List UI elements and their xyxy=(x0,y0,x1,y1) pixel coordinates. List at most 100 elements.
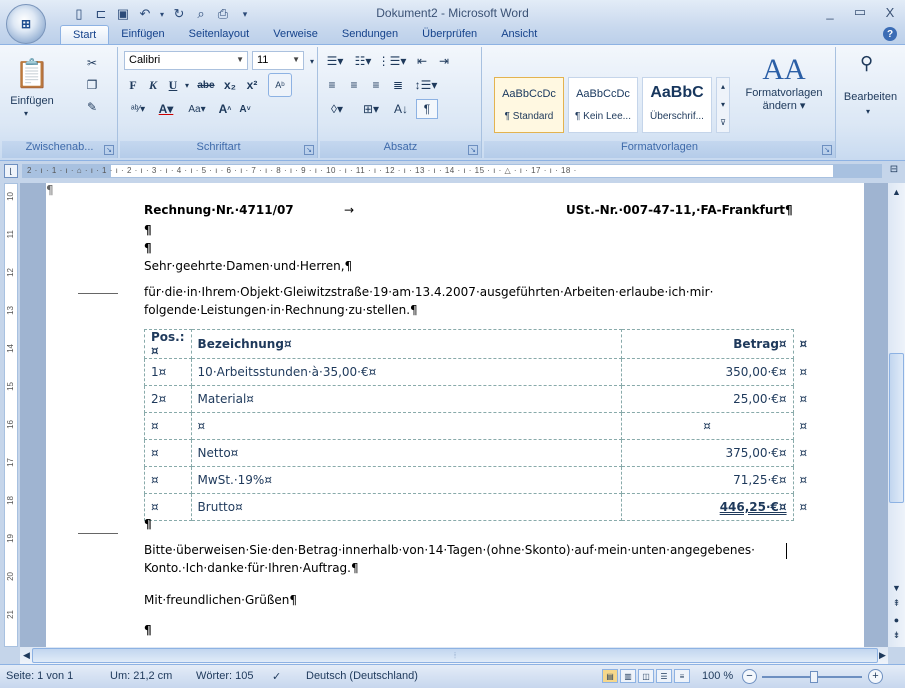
table-header-cell[interactable]: Pos.:¤ xyxy=(144,329,192,359)
horizontal-scrollbar[interactable]: ◀ ⦙ ▶ xyxy=(20,647,888,664)
styles-scroll[interactable]: ▴ ▾ ⊽ xyxy=(716,77,730,133)
table-cell[interactable]: ¤ xyxy=(190,412,622,440)
style-no-spacing[interactable]: AaBbCcDc ¶ Kein Lee... xyxy=(568,77,638,133)
font-size-combo[interactable]: 11 ▼ xyxy=(252,51,304,70)
align-left-icon[interactable]: ≡ xyxy=(322,75,342,95)
paragraph-launcher-icon[interactable]: ↘ xyxy=(468,145,478,155)
tab-sendungen[interactable]: Sendungen xyxy=(330,25,410,45)
more-styles-icon[interactable]: ⊽ xyxy=(717,114,729,132)
document-page[interactable]: ¶ Rechnung·Nr.·4711/07 → USt.-Nr.·007-47… xyxy=(46,183,864,647)
table-cell[interactable]: Material¤ xyxy=(190,385,622,413)
table-cell[interactable]: Brutto¤ xyxy=(190,493,622,521)
underline-dropdown-icon[interactable]: ▾ xyxy=(182,75,192,95)
tab-start[interactable]: Start xyxy=(60,25,110,45)
change-styles-button[interactable]: AA Formatvorlagen ändern ▾ xyxy=(740,53,828,133)
scroll-up-icon[interactable]: ▲ xyxy=(890,185,903,198)
table-cell[interactable]: 2¤ xyxy=(144,385,192,413)
greeting-text[interactable]: Sehr·geehrte·Damen·und·Herren,¶ xyxy=(144,259,352,273)
clipboard-launcher-icon[interactable]: ↘ xyxy=(104,145,114,155)
table-cell[interactable]: MwSt.·19%¤ xyxy=(190,466,622,494)
table-cell[interactable]: 1¤ xyxy=(144,358,192,386)
browse-object-icon[interactable]: ● xyxy=(890,613,903,626)
regards-text[interactable]: Mit·freundlichen·Grüßen¶ xyxy=(144,593,297,607)
outline-view-icon[interactable]: ☰ xyxy=(656,669,672,683)
status-position[interactable]: Um: 21,2 cm xyxy=(110,670,172,682)
maximize-button[interactable]: ▭ xyxy=(845,0,875,24)
editing-button-label[interactable]: Bearbeiten xyxy=(838,91,903,103)
empty-paragraph[interactable]: ¶ xyxy=(144,223,152,237)
increase-indent-icon[interactable]: ⇥ xyxy=(434,51,454,71)
tab-seitenlayout[interactable]: Seitenlayout xyxy=(177,25,262,45)
superscript-button[interactable]: x² xyxy=(242,75,262,95)
grow-font-button[interactable]: A ˄ xyxy=(216,99,234,119)
table-header-cell[interactable]: Betrag¤ xyxy=(620,329,794,359)
vertical-ruler[interactable]: 10 11 12 13 14 15 16 17 18 19 20 21 xyxy=(4,183,18,647)
line-spacing-icon[interactable]: ↕☰▾ xyxy=(412,75,440,95)
status-words[interactable]: Wörter: 105 xyxy=(196,670,253,682)
print-layout-view-icon[interactable]: ▤ xyxy=(602,669,618,683)
paste-button-label[interactable]: Einfügen xyxy=(4,95,60,107)
vertical-scroll-thumb[interactable] xyxy=(889,353,904,503)
view-ruler-icon[interactable]: ⊟ xyxy=(886,164,902,178)
align-right-icon[interactable]: ≡ xyxy=(366,75,386,95)
zoom-slider-thumb[interactable] xyxy=(810,671,818,683)
style-standard[interactable]: AaBbCcDc ¶ Standard xyxy=(494,77,564,133)
sort-icon[interactable]: A↓ xyxy=(390,99,412,119)
zoom-level[interactable]: 100 % xyxy=(702,670,733,682)
scroll-up-icon[interactable]: ▴ xyxy=(717,78,729,96)
table-cell[interactable]: Netto¤ xyxy=(190,439,622,467)
editing-dropdown-icon[interactable]: ▾ xyxy=(866,107,870,116)
intro-line-2[interactable]: folgende·Leistungen·in·Rechnung·zu·stell… xyxy=(144,303,418,317)
closing-line-2[interactable]: Konto.·Ich·danke·für·Ihren·Auftrag.¶ xyxy=(144,561,359,575)
status-language[interactable]: Deutsch (Deutschland) xyxy=(306,670,418,682)
show-formatting-marks-button[interactable]: ¶ xyxy=(416,99,438,119)
web-layout-icon[interactable]: ◫ xyxy=(638,669,654,683)
empty-paragraph[interactable]: ¶ xyxy=(144,623,152,637)
table-cell[interactable]: 25,00·€¤ xyxy=(620,385,794,413)
justify-icon[interactable]: ≣ xyxy=(388,75,408,95)
zoom-out-button[interactable]: − xyxy=(742,669,757,684)
font-launcher-icon[interactable]: ↘ xyxy=(304,145,314,155)
status-page[interactable]: Seite: 1 von 1 xyxy=(6,670,73,682)
close-button[interactable]: X xyxy=(875,0,905,24)
table-cell[interactable]: 71,25·€¤ xyxy=(620,466,794,494)
table-cell[interactable]: ¤ xyxy=(144,466,192,494)
minimize-button[interactable]: _ xyxy=(815,0,845,24)
full-screen-reading-icon[interactable]: ▥ xyxy=(620,669,636,683)
multilevel-list-icon[interactable]: ⋮☰▾ xyxy=(378,51,407,71)
decrease-indent-icon[interactable]: ⇤ xyxy=(412,51,432,71)
zoom-in-button[interactable]: + xyxy=(868,669,883,684)
horizontal-scroll-thumb[interactable]: ⦙ xyxy=(32,648,878,663)
style-heading[interactable]: AaBbC Überschrif... xyxy=(642,77,712,133)
font-more-icon[interactable]: ▾ xyxy=(308,51,316,71)
paste-dropdown-icon[interactable]: ▾ xyxy=(24,109,28,118)
scroll-right-icon[interactable]: ▶ xyxy=(876,649,889,662)
table-header-cell[interactable]: Bezeichnung¤ xyxy=(190,329,622,359)
strikethrough-button[interactable]: abe xyxy=(194,75,218,95)
copy-icon[interactable]: ❐ xyxy=(82,75,102,95)
shading-icon[interactable]: ◊▾ xyxy=(322,99,352,119)
table-cell[interactable]: ¤ xyxy=(620,412,794,440)
tab-ueberpruefen[interactable]: Überprüfen xyxy=(410,25,489,45)
help-icon[interactable]: ? xyxy=(883,27,897,41)
table-cell[interactable]: 10·Arbeitsstunden·à·35,00·€¤ xyxy=(190,358,622,386)
subscript-button[interactable]: x₂ xyxy=(220,75,240,95)
bold-button[interactable]: F xyxy=(124,75,142,95)
italic-button[interactable]: K xyxy=(144,75,162,95)
table-cell[interactable]: 375,00·€¤ xyxy=(620,439,794,467)
table-cell-total[interactable]: 446,25·€¤ xyxy=(620,493,794,521)
format-painter-icon[interactable]: ✎ xyxy=(82,97,102,117)
shrink-font-button[interactable]: A ˅ xyxy=(236,99,254,119)
cut-icon[interactable]: ✂ xyxy=(82,53,102,73)
intro-line-1[interactable]: für·die·in·Ihrem·Objekt·Gleiwitzstraße·1… xyxy=(144,285,713,299)
empty-paragraph[interactable]: ¶ xyxy=(144,241,152,255)
numbering-icon[interactable]: ☷▾ xyxy=(350,51,376,71)
tab-verweise[interactable]: Verweise xyxy=(261,25,330,45)
tab-selector-icon[interactable]: ⌊ xyxy=(4,164,18,178)
table-cell[interactable]: ¤ xyxy=(144,412,192,440)
table-cell[interactable]: ¤ xyxy=(144,439,192,467)
scroll-down-icon[interactable]: ▼ xyxy=(890,581,903,594)
font-color-icon[interactable]: A▾ xyxy=(154,99,178,119)
next-page-icon[interactable]: ⇟ xyxy=(890,629,903,642)
invoice-heading-right[interactable]: USt.-Nr.·007-47-11,·FA-Frankfurt¶ xyxy=(566,203,793,217)
